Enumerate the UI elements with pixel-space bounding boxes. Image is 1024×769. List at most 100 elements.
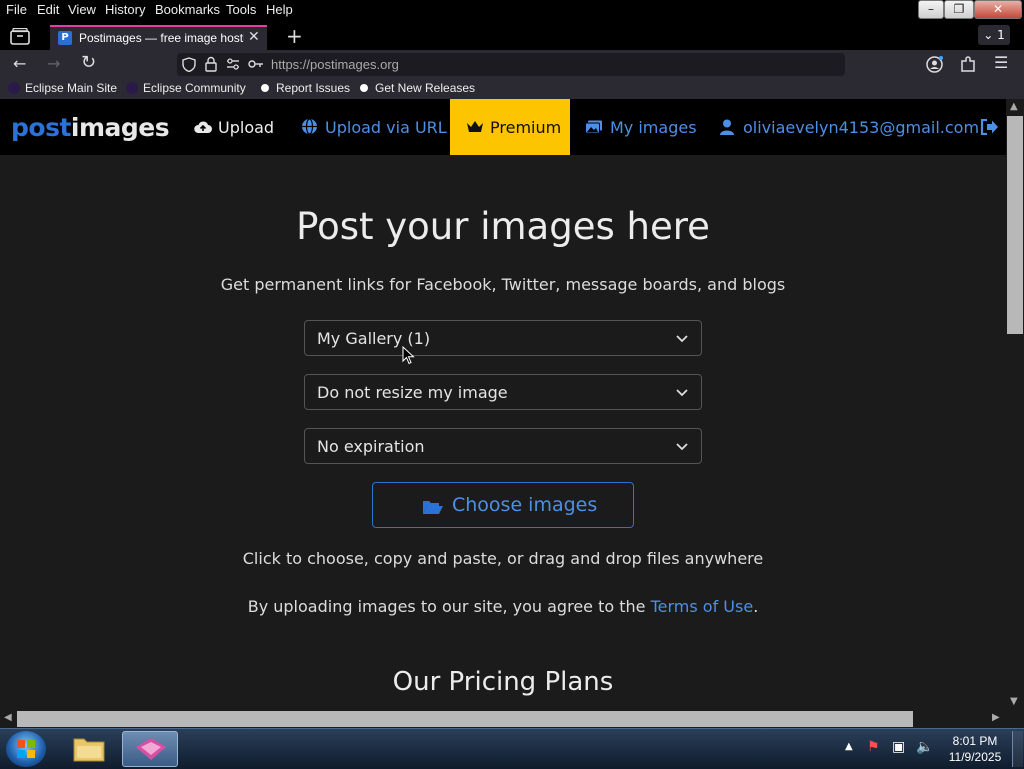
show-hidden-icons-icon[interactable]: ▲ bbox=[845, 741, 853, 752]
mouse-cursor-icon bbox=[402, 346, 415, 365]
menu-file[interactable]: File bbox=[6, 2, 27, 17]
choose-images-label: Choose images bbox=[452, 494, 598, 516]
github-icon bbox=[259, 82, 271, 94]
taskbar: ▲ ⚑ ▣ 🔈 8:01 PM 11/9/2025 bbox=[0, 728, 1024, 769]
terms-prefix: By uploading images to our site, you agr… bbox=[247, 597, 651, 616]
action-center-flag-icon[interactable]: ⚑ bbox=[867, 739, 880, 755]
horizontal-scroll-thumb[interactable] bbox=[17, 711, 913, 727]
github-icon bbox=[358, 82, 370, 94]
taskbar-browser-app[interactable] bbox=[122, 731, 178, 767]
scroll-up-icon[interactable]: ▲ bbox=[1010, 101, 1018, 112]
extensions-puzzle-icon[interactable] bbox=[960, 56, 976, 73]
nav-upload-via-url-label: Upload via URL bbox=[325, 118, 447, 137]
start-button[interactable] bbox=[6, 731, 46, 767]
page-subtitle: Get permanent links for Facebook, Twitte… bbox=[220, 275, 786, 294]
restore-button[interactable]: ❐ bbox=[944, 0, 974, 19]
main-content: Post your images here Get permanent link… bbox=[0, 155, 1006, 710]
forward-arrow-icon[interactable]: → bbox=[47, 56, 60, 72]
address-bar[interactable]: https://postimages.org bbox=[177, 53, 845, 76]
reload-icon[interactable]: ↻ bbox=[81, 54, 96, 72]
hamburger-menu-icon[interactable]: ☰ bbox=[994, 55, 1008, 71]
menu-bar: File Edit View History Bookmarks Tools H… bbox=[0, 0, 1024, 20]
close-icon: ✕ bbox=[992, 2, 1004, 16]
folder-open-icon bbox=[423, 501, 443, 514]
terms-notice: By uploading images to our site, you agr… bbox=[0, 597, 1006, 616]
show-desktop-button[interactable] bbox=[1012, 731, 1023, 767]
vertical-scroll-thumb[interactable] bbox=[1007, 116, 1023, 334]
permissions-icon[interactable] bbox=[226, 58, 240, 70]
minimize-icon: – bbox=[928, 2, 934, 16]
menu-tools[interactable]: Tools bbox=[226, 2, 256, 17]
menu-help[interactable]: Help bbox=[266, 2, 293, 17]
scroll-down-icon[interactable]: ▼ bbox=[1010, 696, 1018, 707]
eclipse-icon bbox=[126, 82, 138, 94]
tab-overview-icon[interactable] bbox=[10, 28, 30, 46]
system-clock[interactable]: 8:01 PM 11/9/2025 bbox=[940, 733, 1010, 765]
nav-upload-label: Upload bbox=[218, 118, 275, 137]
chevron-down-icon bbox=[676, 389, 688, 397]
menu-bookmarks[interactable]: Bookmarks bbox=[155, 2, 220, 17]
nav-upload-via-url[interactable]: Upload via URL bbox=[301, 118, 447, 137]
eclipse-icon bbox=[8, 82, 20, 94]
bookmark-label: Eclipse Main Site bbox=[25, 81, 118, 95]
bookmark-get-new-releases[interactable]: Get New Releases bbox=[358, 81, 475, 95]
chevron-down-icon: ⌄ bbox=[983, 28, 994, 42]
logo-part-1: post bbox=[11, 113, 71, 142]
windows-logo-icon bbox=[17, 740, 35, 758]
globe-icon bbox=[302, 118, 317, 135]
nav-premium-label: Premium bbox=[490, 118, 562, 137]
nav-account-email[interactable]: oliviaevelyn4153@gmail.com bbox=[720, 118, 979, 137]
volume-muted-icon[interactable]: 🔈 bbox=[916, 739, 933, 755]
back-arrow-icon[interactable]: ← bbox=[13, 56, 26, 72]
tab-list-button[interactable]: ⌄ 1 bbox=[978, 25, 1010, 45]
chevron-down-icon bbox=[676, 335, 688, 343]
bookmark-label: Get New Releases bbox=[375, 81, 476, 95]
tab-postimages[interactable]: P Postimages — free image hosting ✕ bbox=[50, 25, 267, 50]
scroll-left-icon[interactable]: ◀ bbox=[4, 712, 12, 723]
taskbar-file-explorer[interactable] bbox=[62, 731, 118, 767]
menu-edit[interactable]: Edit bbox=[37, 2, 59, 17]
postimages-favicon-icon: P bbox=[58, 31, 72, 45]
account-icon[interactable] bbox=[926, 56, 943, 73]
close-window-button[interactable]: ✕ bbox=[974, 0, 1022, 19]
resize-select[interactable]: Do not resize my image bbox=[304, 374, 702, 410]
horizontal-scrollbar[interactable]: ◀ ▶ bbox=[0, 710, 1006, 728]
bookmark-eclipse-main-site[interactable]: Eclipse Main Site bbox=[8, 81, 117, 95]
gallery-select[interactable]: My Gallery (1) bbox=[304, 320, 702, 356]
bookmark-eclipse-community[interactable]: Eclipse Community bbox=[126, 81, 246, 95]
lock-icon[interactable] bbox=[205, 56, 217, 72]
browser-app-icon bbox=[136, 738, 166, 760]
new-tab-button[interactable]: + bbox=[286, 24, 303, 48]
nav-my-images[interactable]: My images bbox=[585, 118, 697, 137]
terms-of-use-link[interactable]: Terms of Use bbox=[651, 597, 754, 616]
bookmark-report-issues[interactable]: Report Issues bbox=[259, 81, 350, 95]
menu-history[interactable]: History bbox=[105, 2, 145, 17]
expiration-select-value: No expiration bbox=[317, 437, 425, 456]
minimize-button[interactable]: – bbox=[918, 0, 944, 19]
resize-select-value: Do not resize my image bbox=[317, 383, 508, 402]
choose-hint: Click to choose, copy and paste, or drag… bbox=[242, 549, 764, 568]
cloud-upload-icon bbox=[194, 121, 212, 133]
user-icon bbox=[720, 119, 734, 135]
logo-part-2: images bbox=[70, 113, 170, 142]
nav-upload[interactable]: Upload bbox=[194, 118, 274, 137]
nav-premium[interactable]: Premium bbox=[450, 99, 570, 155]
sign-out-icon[interactable] bbox=[980, 119, 999, 135]
postimages-logo[interactable]: postimages bbox=[11, 113, 170, 142]
network-icon[interactable]: ▣ bbox=[892, 739, 905, 755]
bookmark-label: Eclipse Community bbox=[143, 81, 246, 95]
images-icon bbox=[585, 120, 602, 134]
choose-images-button[interactable]: Choose images bbox=[372, 482, 634, 528]
tab-close-icon[interactable]: ✕ bbox=[248, 29, 260, 45]
tracking-shield-icon[interactable] bbox=[182, 57, 196, 72]
key-icon[interactable] bbox=[248, 58, 264, 70]
bookmark-label: Report Issues bbox=[276, 81, 351, 95]
site-header: postimages Upload Upload via URL Premium… bbox=[0, 99, 1006, 155]
menu-view[interactable]: View bbox=[68, 2, 96, 17]
pricing-heading: Our Pricing Plans bbox=[392, 667, 614, 697]
scroll-right-icon[interactable]: ▶ bbox=[992, 712, 1000, 723]
vertical-scrollbar[interactable]: ▲ ▼ bbox=[1006, 99, 1024, 712]
url-text[interactable]: https://postimages.org bbox=[271, 57, 399, 72]
crown-icon bbox=[467, 121, 483, 132]
expiration-select[interactable]: No expiration bbox=[304, 428, 702, 464]
